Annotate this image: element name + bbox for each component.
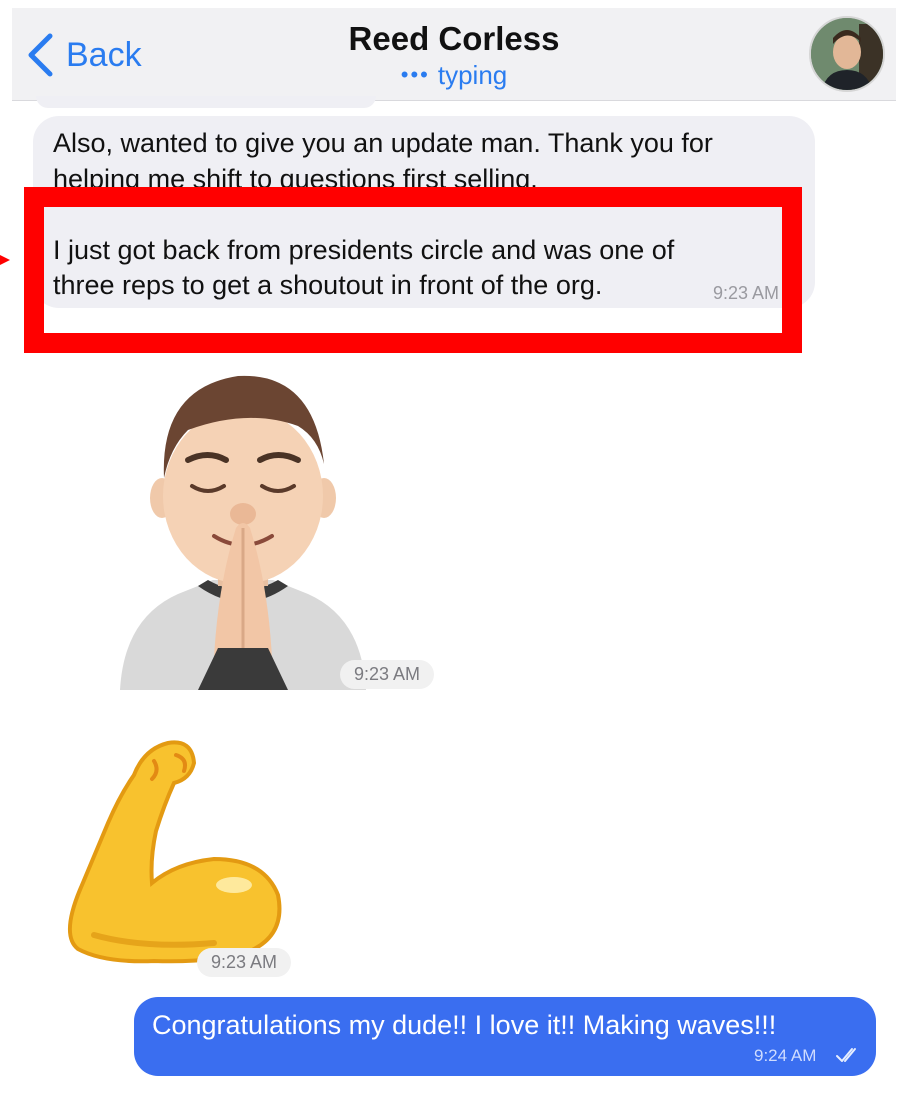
- typing-status: ••• typing: [12, 60, 896, 91]
- red-arrow-icon: [0, 255, 10, 265]
- message-line: helping me shift to questions first sell…: [53, 164, 538, 188]
- typing-dots-icon: •••: [400, 62, 430, 87]
- previous-message-bubble: [36, 96, 376, 108]
- flexed-biceps-icon[interactable]: [64, 735, 296, 967]
- typing-label: typing: [437, 60, 508, 90]
- message-timestamp: 9:24 AM: [754, 1046, 817, 1065]
- message-line: Also, wanted to give you an update man. …: [53, 128, 713, 158]
- red-highlight-box: [24, 187, 802, 353]
- memoji-praying-hands-icon[interactable]: [118, 368, 368, 690]
- outgoing-message-text: Congratulations my dude!! I love it!! Ma…: [152, 1010, 777, 1040]
- sticker-timestamp: 9:23 AM: [340, 660, 435, 689]
- contact-name[interactable]: Reed Corless: [12, 20, 896, 58]
- avatar[interactable]: [809, 16, 885, 92]
- sticker-timestamp: 9:23 AM: [197, 948, 292, 977]
- double-check-icon: [836, 1048, 856, 1062]
- chat-header: Back Reed Corless ••• typing: [12, 8, 896, 101]
